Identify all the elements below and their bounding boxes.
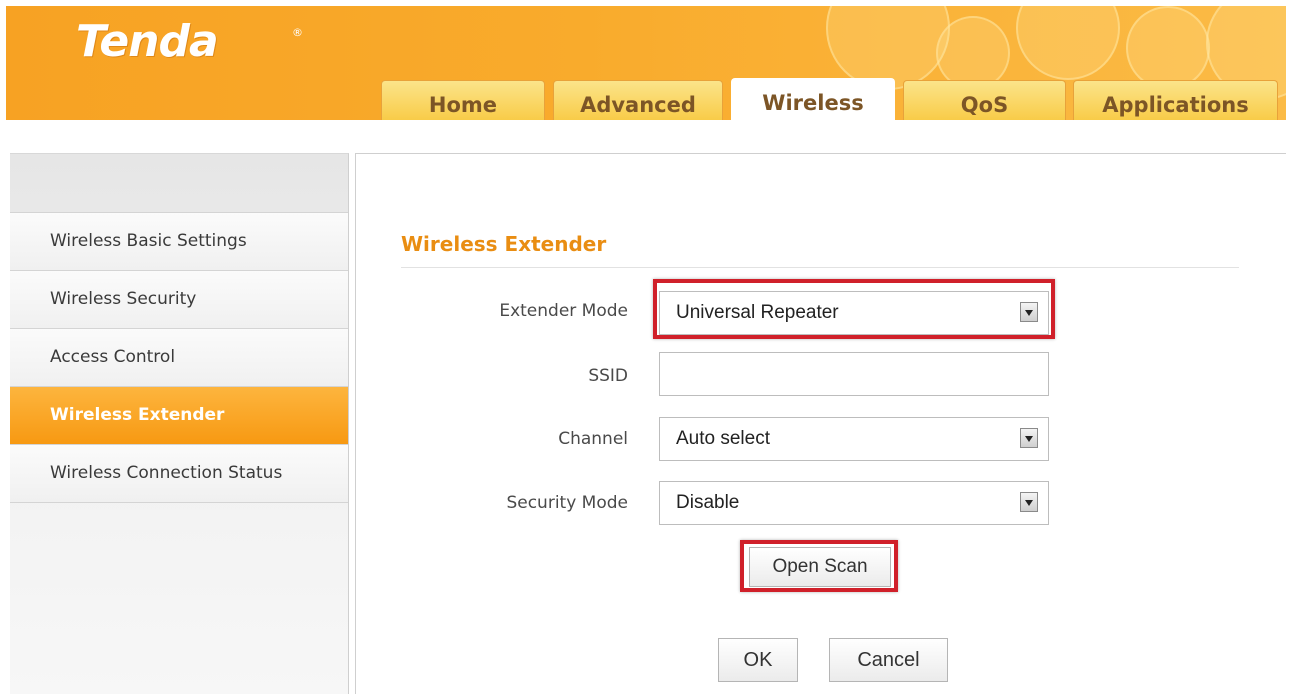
main-content: Wireless Extender Extender Mode Universa…: [355, 153, 1286, 694]
tab-wireless[interactable]: Wireless: [731, 78, 895, 120]
extender-mode-label: Extender Mode: [499, 301, 628, 321]
sidebar: Wireless Basic Settings Wireless Securit…: [10, 153, 349, 694]
extender-mode-select[interactable]: Universal Repeater: [659, 291, 1049, 335]
sidebar-item-wireless-security[interactable]: Wireless Security: [10, 271, 348, 329]
ssid-label: SSID: [588, 366, 628, 386]
header-banner: Tenda ® Home Advanced Wireless QoS Appli…: [6, 6, 1286, 120]
ok-button[interactable]: OK: [718, 638, 798, 682]
decorative-bubble: [936, 16, 1010, 90]
sidebar-item-access-control[interactable]: Access Control: [10, 329, 348, 387]
tenda-logo: Tenda: [76, 16, 219, 67]
channel-select[interactable]: Auto select: [659, 417, 1049, 461]
security-mode-select[interactable]: Disable: [659, 481, 1049, 525]
section-title: Wireless Extender: [401, 232, 607, 256]
cancel-button[interactable]: Cancel: [829, 638, 948, 682]
open-scan-button[interactable]: Open Scan: [749, 547, 891, 587]
decorative-bubble: [1016, 6, 1120, 80]
sidebar-item-wireless-extender[interactable]: Wireless Extender: [10, 387, 348, 445]
ssid-input[interactable]: [659, 352, 1049, 396]
decorative-bubble: [1126, 6, 1210, 90]
channel-label: Channel: [558, 429, 628, 449]
security-mode-value: Disable: [676, 492, 740, 513]
sidebar-item-wireless-connection-status[interactable]: Wireless Connection Status: [10, 445, 348, 503]
tab-qos[interactable]: QoS: [903, 80, 1066, 120]
chevron-down-icon[interactable]: [1020, 428, 1038, 448]
tab-applications[interactable]: Applications: [1073, 80, 1278, 120]
registered-mark: ®: [292, 26, 303, 39]
security-mode-label: Security Mode: [506, 493, 628, 513]
extender-mode-value: Universal Repeater: [676, 302, 839, 323]
sidebar-header-spacer: [10, 154, 348, 213]
channel-value: Auto select: [676, 428, 770, 449]
chevron-down-icon[interactable]: [1020, 492, 1038, 512]
tab-advanced[interactable]: Advanced: [553, 80, 723, 120]
chevron-down-icon[interactable]: [1020, 302, 1038, 322]
section-divider: [401, 267, 1239, 268]
sidebar-item-wireless-basic-settings[interactable]: Wireless Basic Settings: [10, 213, 348, 271]
tab-home[interactable]: Home: [381, 80, 545, 120]
